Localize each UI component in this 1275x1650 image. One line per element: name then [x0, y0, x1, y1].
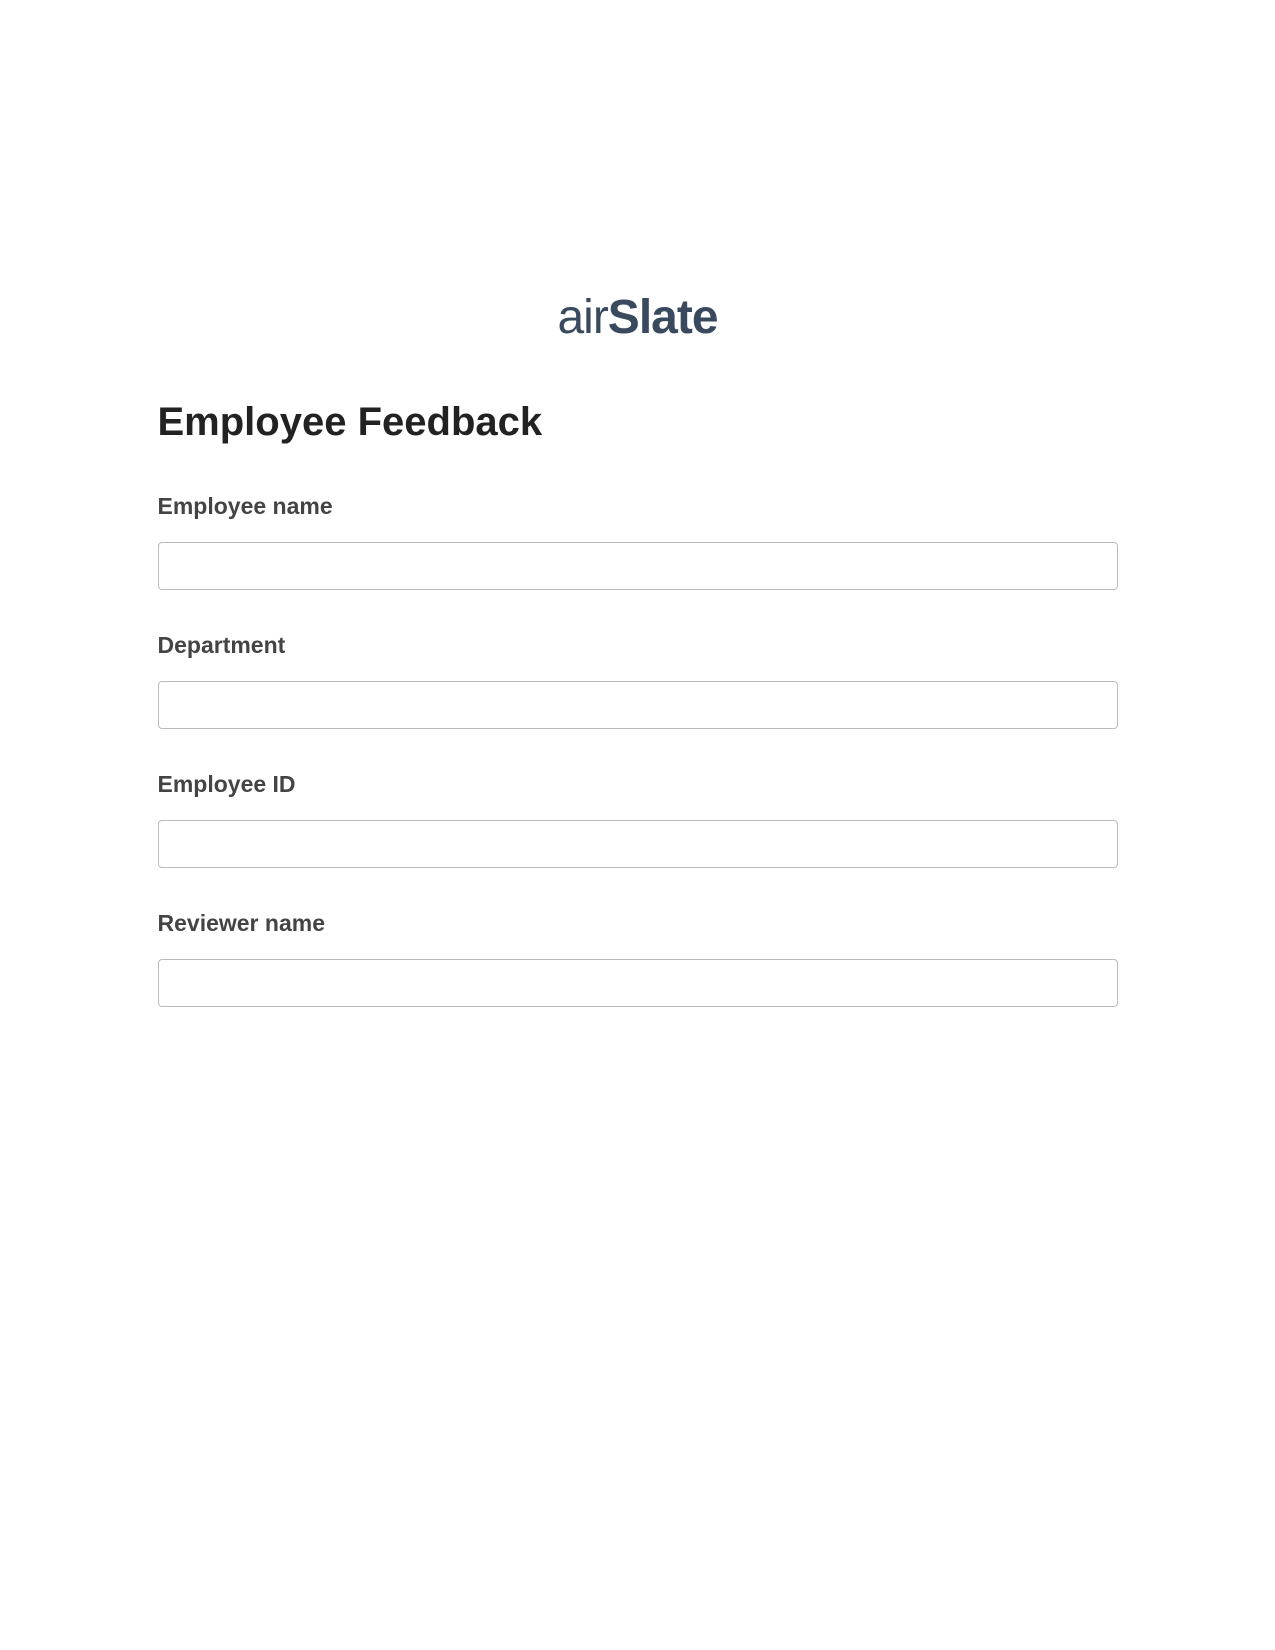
input-reviewer-name[interactable] — [158, 959, 1118, 1007]
field-department: Department — [158, 632, 1118, 729]
logo: airSlate — [0, 290, 1275, 345]
label-department: Department — [158, 632, 1118, 659]
logo-part-slate: Slate — [608, 291, 718, 344]
input-department[interactable] — [158, 681, 1118, 729]
field-employee-name: Employee name — [158, 493, 1118, 590]
logo-text: airSlate — [557, 291, 717, 344]
form-page: airSlate Employee Feedback Employee name… — [0, 0, 1275, 1007]
input-employee-id[interactable] — [158, 820, 1118, 868]
label-employee-name: Employee name — [158, 493, 1118, 520]
label-reviewer-name: Reviewer name — [158, 910, 1118, 937]
logo-part-air: air — [557, 291, 607, 344]
form-title: Employee Feedback — [158, 400, 1118, 445]
form-content: Employee Feedback Employee name Departme… — [158, 400, 1118, 1007]
label-employee-id: Employee ID — [158, 771, 1118, 798]
field-employee-id: Employee ID — [158, 771, 1118, 868]
field-reviewer-name: Reviewer name — [158, 910, 1118, 1007]
input-employee-name[interactable] — [158, 542, 1118, 590]
